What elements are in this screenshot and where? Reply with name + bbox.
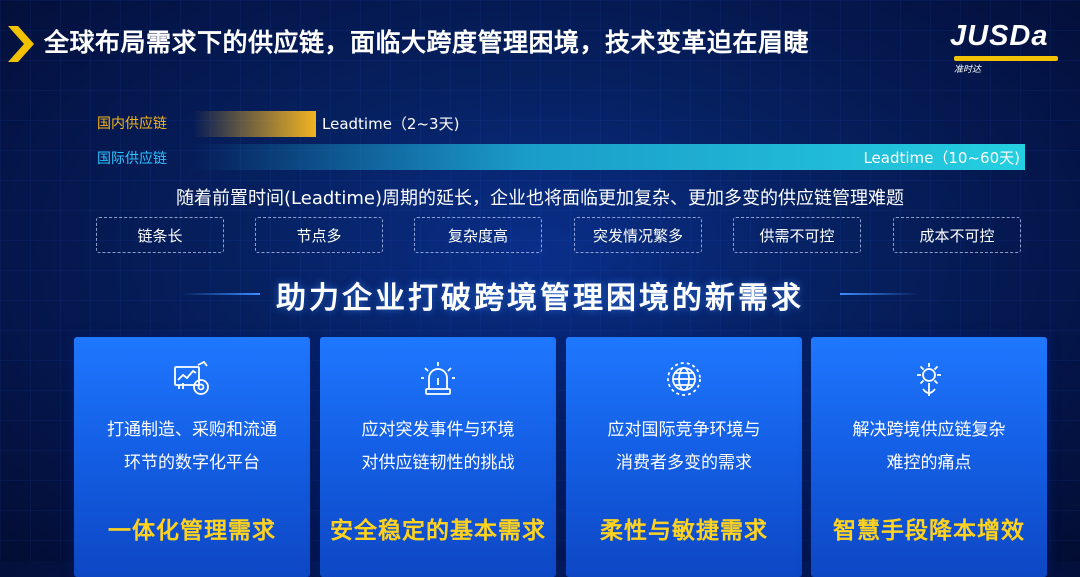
page-title: 全球布局需求下的供应链，面临大跨度管理困境，技术变革迫在眉睫 bbox=[44, 28, 810, 57]
card-description-line: 应对突发事件与环境 bbox=[361, 420, 515, 440]
globe-icon bbox=[667, 362, 701, 396]
card-description: 打通制造、采购和流通 环节的数字化平台 bbox=[84, 414, 300, 480]
card-title: 安全稳定的基本需求 bbox=[330, 518, 546, 544]
logo-text: JUSDa bbox=[950, 20, 1049, 52]
domestic-leadtime-text: Leadtime（2~3天) bbox=[322, 115, 460, 133]
requirement-card: 应对突发事件与环境 对供应链韧性的挑战 安全稳定的基本需求 bbox=[320, 337, 556, 577]
card-description-line: 难控的痛点 bbox=[886, 453, 972, 473]
challenge-chip: 复杂度高 bbox=[414, 217, 542, 253]
challenge-chip: 链条长 bbox=[96, 217, 224, 253]
challenge-chip: 成本不可控 bbox=[893, 217, 1021, 253]
card-title: 柔性与敏捷需求 bbox=[600, 518, 768, 544]
leadtime-subtitle: 随着前置时间(Leadtime)周期的延长，企业也将面临更加复杂、更加多变的供应… bbox=[176, 188, 904, 209]
requirement-card: 解决跨境供应链复杂 难控的痛点 智慧手段降本增效 bbox=[811, 337, 1047, 577]
challenge-chip: 供需不可控 bbox=[733, 217, 861, 253]
challenge-chip: 突发情况繁多 bbox=[574, 217, 702, 253]
card-title: 一体化管理需求 bbox=[108, 518, 276, 544]
alarm-light-icon bbox=[421, 362, 455, 395]
card-description-line: 打通制造、采购和流通 bbox=[107, 420, 277, 440]
challenge-chips: 链条长 节点多 复杂度高 突发情况繁多 供需不可控 成本不可控 bbox=[96, 217, 1026, 255]
card-description: 解决跨境供应链复杂 难控的痛点 bbox=[821, 414, 1037, 480]
challenge-chip: 节点多 bbox=[255, 217, 383, 253]
card-title: 智慧手段降本增效 bbox=[833, 518, 1025, 544]
card-description-line: 消费者多变的需求 bbox=[616, 453, 752, 473]
digital-dashboard-icon bbox=[174, 360, 209, 395]
logo-subtext: 准时达 bbox=[954, 65, 982, 75]
international-supply-chain-label: 国际供应链 bbox=[97, 151, 167, 167]
domestic-leadtime-bar bbox=[193, 111, 316, 137]
requirement-card: 打通制造、采购和流通 环节的数字化平台 一体化管理需求 bbox=[74, 337, 310, 577]
requirement-card: 应对国际竞争环境与 消费者多变的需求 柔性与敏捷需求 bbox=[566, 337, 802, 577]
section-divider-right bbox=[840, 293, 920, 295]
gear-brain-icon bbox=[917, 363, 941, 396]
card-description: 应对突发事件与环境 对供应链韧性的挑战 bbox=[330, 414, 546, 480]
card-description-line: 环节的数字化平台 bbox=[124, 453, 260, 473]
card-description-line: 应对国际竞争环境与 bbox=[607, 420, 761, 440]
card-description-line: 对供应链韧性的挑战 bbox=[361, 453, 515, 473]
card-description-line: 解决跨境供应链复杂 bbox=[852, 420, 1006, 440]
card-description: 应对国际竞争环境与 消费者多变的需求 bbox=[576, 414, 792, 480]
logo-underline bbox=[954, 56, 1058, 61]
company-logo: JUSDa 准时达 bbox=[950, 20, 1065, 75]
international-leadtime-text: Leadtime（10~60天) bbox=[863, 149, 1020, 167]
section-title: 助力企业打破跨境管理困境的新需求 bbox=[276, 281, 804, 316]
chevron-right-icon bbox=[8, 26, 34, 62]
domestic-supply-chain-label: 国内供应链 bbox=[97, 116, 167, 132]
